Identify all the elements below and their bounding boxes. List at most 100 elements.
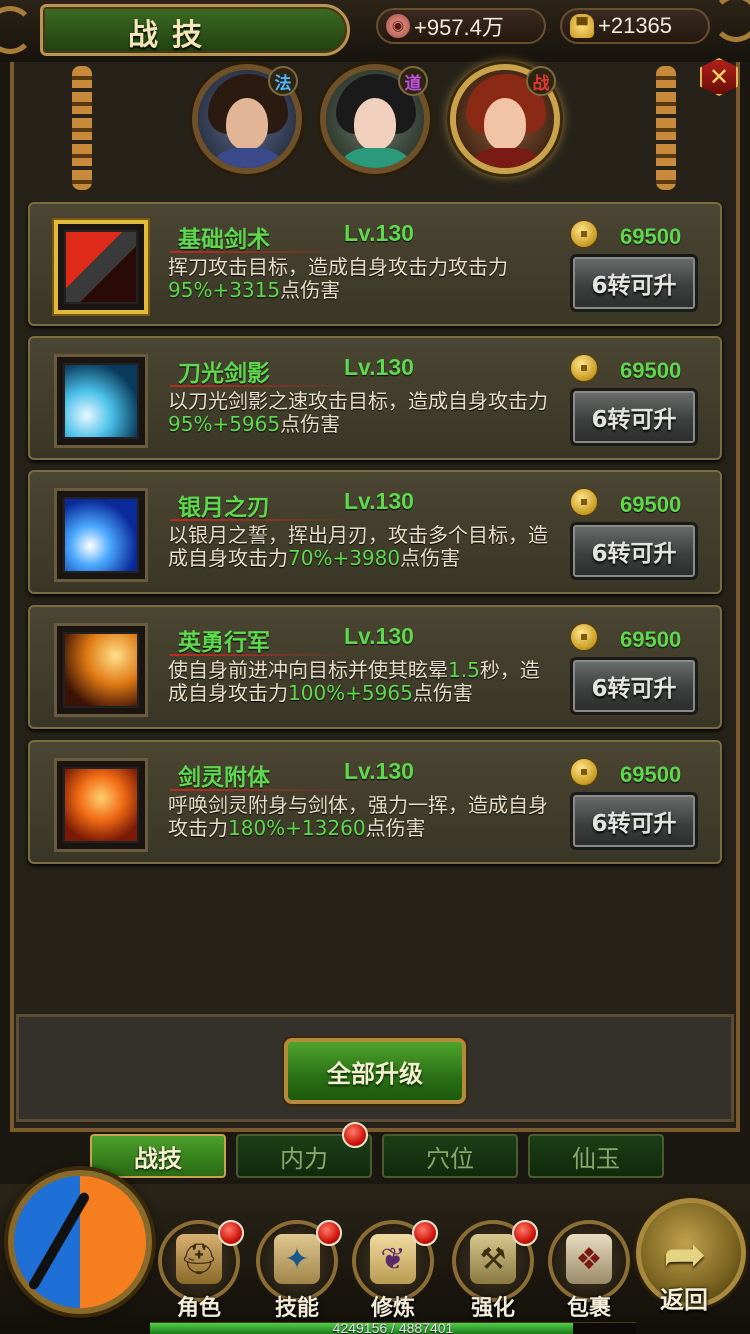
skill-description: 以刀光剑影之速攻击目标，造成自身攻击力95%+5965点伤害 (168, 390, 548, 436)
helmet-icon: ⛑ (176, 1234, 222, 1284)
skill-level: Lv.130 (344, 623, 414, 649)
nav-label: 角色 (176, 1296, 221, 1321)
upgrade-cost: 69500 (620, 627, 682, 652)
skill-name: 刀光剑影 (178, 361, 270, 387)
skill-row[interactable]: 刀光剑影 Lv.130 以刀光剑影之速攻击目标，造成自身攻击力95%+5965点… (28, 336, 722, 460)
name-underline (170, 654, 358, 656)
copper-resource: ◉ +957.4万 (376, 8, 546, 44)
nav-skills[interactable]: ✦ 技能 (254, 1212, 342, 1322)
notification-dot (342, 1122, 368, 1148)
gold-value: +21365 (598, 13, 673, 38)
skill-icon-frame[interactable] (54, 354, 148, 448)
gold-ingot-icon: ▀ (570, 14, 594, 38)
portrait-face (354, 98, 396, 150)
skill-icon-frame[interactable] (54, 488, 148, 582)
portrait-face (226, 98, 268, 150)
skill-row[interactable]: 英勇行军 Lv.130 使自身前进冲向目标并使其眩晕1.5秒，造成自身攻击力10… (28, 605, 722, 729)
desc-text: 点伤害 (412, 681, 473, 705)
skill-level: Lv.130 (344, 354, 414, 380)
name-underline (170, 519, 358, 521)
class-badge-mage: 法 (268, 66, 298, 96)
coin-icon (570, 623, 598, 651)
skill-level: Lv.130 (344, 220, 414, 246)
coin-icon (570, 220, 598, 248)
nav-label: 包裹 (566, 1296, 611, 1321)
sword-slash-icon (64, 230, 138, 304)
back-label: 返回 (660, 1286, 708, 1314)
upgrade-cost: 69500 (620, 762, 682, 787)
skill-name: 基础剑术 (178, 227, 270, 253)
tab-acupoints[interactable]: 穴位 (382, 1134, 518, 1178)
bag-icon: ❖ (566, 1234, 612, 1284)
skill-description: 挥刀攻击目标，造成自身攻击力攻击力95%+3315点伤害 (168, 256, 548, 302)
blade-light-icon (63, 363, 139, 439)
desc-text: 点伤害 (365, 816, 426, 840)
back-arrow-icon: ➦ (663, 1225, 707, 1285)
page-title: 战技 (128, 18, 216, 53)
desc-text: 点伤害 (400, 546, 461, 570)
skill-description: 呼唤剑灵附身与剑体，强力一挥，造成自身攻击力180%+13260点伤害 (168, 794, 548, 840)
skill-description: 以银月之誓，挥出月刃，攻击多个目标，造成自身攻击力70%+3980点伤害 (168, 524, 548, 570)
desc-text: 点伤害 (280, 412, 341, 436)
desc-highlight: 180%+13260 (228, 816, 366, 840)
portrait-face (484, 98, 526, 150)
upgrade-skill-button[interactable]: 6转可升 (570, 254, 698, 312)
coin-icon (570, 354, 598, 382)
nav-label: 修炼 (370, 1296, 415, 1321)
nav-character[interactable]: ⛑ 角色 (156, 1212, 244, 1322)
skill-icon-frame[interactable] (54, 758, 148, 852)
name-underline (170, 789, 358, 791)
nav-label: 技能 (274, 1296, 319, 1321)
moon-blade-icon (63, 497, 139, 573)
anvil-icon: ⚒ (470, 1234, 516, 1284)
charge-icon (63, 632, 139, 708)
nav-enhance[interactable]: ⚒ 强化 (450, 1212, 538, 1322)
gold-resource: ▀ +21365 (560, 8, 710, 44)
desc-text: 点伤害 (280, 278, 341, 302)
skill-name: 英勇行军 (178, 630, 270, 656)
desc-text: 挥刀攻击目标，造成自身攻击力攻击力 (168, 255, 508, 279)
nav-label: 强化 (470, 1296, 515, 1321)
desc-highlight: 1.5 (448, 658, 480, 682)
name-underline (170, 385, 358, 387)
sword-spirit-icon (63, 767, 139, 843)
skill-book-icon: ✦ (274, 1234, 320, 1284)
upgrade-cost: 69500 (620, 224, 682, 249)
skill-icon-frame[interactable] (54, 220, 148, 314)
skill-icon-frame[interactable] (54, 623, 148, 717)
desc-highlight: 100%+5965 (288, 681, 413, 705)
upgrade-skill-button[interactable]: 6转可升 (570, 522, 698, 580)
tab-combat-skills[interactable]: 战技 (90, 1134, 226, 1178)
upgrade-cost: 69500 (620, 492, 682, 517)
experience-text: 4249156 / 4887401 (332, 1320, 454, 1334)
skill-row[interactable]: 银月之刃 Lv.130 以银月之誓，挥出月刃，攻击多个目标，造成自身攻击力70%… (28, 470, 722, 594)
skill-name: 银月之刃 (178, 495, 270, 521)
upgrade-skill-button[interactable]: 6转可升 (570, 388, 698, 446)
close-icon: ✕ (708, 63, 730, 91)
upgrade-skill-button[interactable]: 6转可升 (570, 792, 698, 850)
copper-value: +957.4万 (414, 15, 504, 40)
desc-highlight: 70%+3980 (288, 546, 401, 570)
class-badge-taoist: 道 (398, 66, 428, 96)
yinyang-orb-icon[interactable] (8, 1170, 152, 1314)
notification-dot (412, 1220, 438, 1246)
skill-row[interactable]: 剑灵附体 Lv.130 呼唤剑灵附身与剑体，强力一挥，造成自身攻击力180%+1… (28, 740, 722, 864)
upgrade-all-button[interactable]: 全部升级 (284, 1038, 466, 1104)
upgrade-cost: 69500 (620, 358, 682, 383)
skill-name: 剑灵附体 (178, 765, 270, 791)
skill-level: Lv.130 (344, 758, 414, 784)
desc-text: 以刀光剑影之速攻击目标，造成自身攻击力 (168, 389, 548, 413)
copper-coin-icon: ◉ (386, 14, 410, 38)
nav-inventory[interactable]: ❖ 包裹 (546, 1212, 632, 1322)
notification-dot (218, 1220, 244, 1246)
chain-left (72, 66, 92, 190)
skill-row[interactable]: 基础剑术 Lv.130 挥刀攻击目标，造成自身攻击力攻击力95%+3315点伤害… (28, 202, 722, 326)
tab-jade[interactable]: 仙玉 (528, 1134, 664, 1178)
notification-dot (512, 1220, 538, 1246)
class-badge-warrior: 战 (526, 66, 556, 96)
nav-training[interactable]: ❦ 修炼 (350, 1212, 438, 1322)
scroll-icon: ❦ (370, 1234, 416, 1284)
upgrade-skill-button[interactable]: 6转可升 (570, 657, 698, 715)
skill-level: Lv.130 (344, 488, 414, 514)
desc-highlight: 95%+5965 (168, 412, 281, 436)
